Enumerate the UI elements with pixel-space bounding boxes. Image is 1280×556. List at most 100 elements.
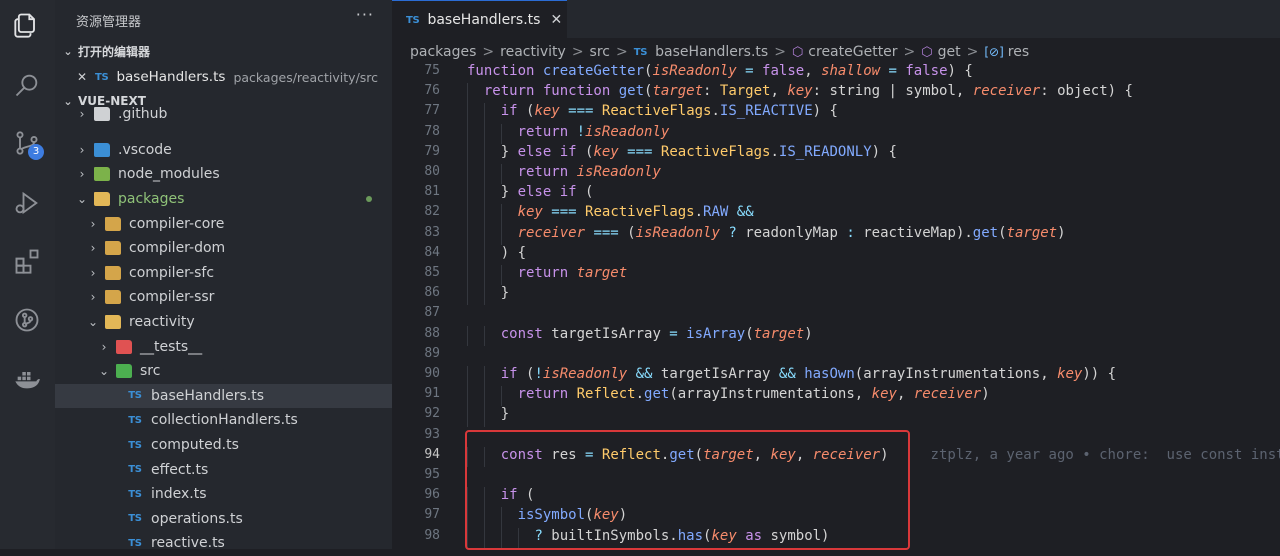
code-token: key	[871, 386, 897, 403]
line-number: 93	[424, 426, 440, 442]
tree-item-label: .vscode	[118, 141, 172, 158]
tree-item-label: compiler-core	[129, 215, 225, 232]
code-token: const	[500, 325, 552, 342]
breadcrumb-item[interactable]: reactivity	[500, 44, 566, 60]
breadcrumb-separator: >	[571, 44, 584, 60]
breadcrumb-item[interactable]: createGetter	[808, 44, 897, 60]
tree-item[interactable]: TS collectionHandlers.ts	[55, 408, 392, 433]
code-token: RAW	[703, 204, 729, 221]
tree-item[interactable]: › __tests__	[55, 334, 392, 359]
tab-bar: TS baseHandlers.ts ✕	[392, 0, 1280, 39]
chevron-right-icon: ›	[101, 339, 107, 354]
code-token: key	[517, 204, 543, 221]
open-editor-item[interactable]: ✕ TS baseHandlers.ts packages/reactivity…	[55, 66, 392, 88]
breadcrumb-item[interactable]: packages	[410, 44, 476, 60]
explorer-title: 资源管理器	[76, 15, 142, 30]
breadcrumb-item[interactable]: baseHandlers.ts	[655, 44, 768, 60]
typescript-icon: TS	[95, 71, 109, 83]
method-icon: ⬡	[921, 44, 933, 60]
line-number: 78	[424, 123, 440, 139]
tree-item[interactable]: TS operations.ts	[55, 507, 392, 532]
code-token: &&	[770, 366, 805, 382]
code-token: target	[652, 83, 704, 100]
code-token: if	[500, 366, 527, 382]
code-token: isArray	[686, 325, 746, 342]
indent-guide	[467, 406, 468, 427]
run-debug-icon[interactable]	[10, 186, 44, 220]
source-control-icon[interactable]: 3	[10, 126, 44, 160]
tree-item[interactable]: › compiler-sfc	[55, 261, 392, 286]
indent-guide	[467, 204, 468, 225]
close-icon[interactable]: ✕	[550, 12, 562, 28]
breadcrumb-separator: >	[616, 44, 628, 60]
explorer-icon[interactable]	[10, 8, 44, 42]
tree-item[interactable]: TS baseHandlers.ts	[55, 383, 392, 409]
typescript-icon: TS	[128, 414, 142, 426]
indent-guide	[483, 406, 485, 427]
tree-item-label: index.ts	[151, 486, 207, 503]
tree-item[interactable]: › node_modules	[55, 162, 392, 187]
tree-item[interactable]: TS computed.ts	[55, 433, 392, 458]
code-line: ) {	[501, 245, 526, 261]
modified-dot	[366, 195, 372, 202]
code-token: .	[711, 103, 720, 120]
code-token: ===	[585, 224, 628, 241]
code-token: }	[500, 285, 510, 302]
line-number: 96	[424, 487, 440, 503]
tree-item[interactable]: TS reactive.ts	[55, 531, 392, 556]
indent-guide	[500, 265, 502, 286]
code-token: get	[644, 386, 670, 403]
tree-item[interactable]: › compiler-dom	[55, 236, 392, 261]
tree-item[interactable]: ⌄ reactivity	[55, 310, 392, 335]
indent-guide	[500, 386, 502, 407]
indent-guide	[467, 164, 468, 185]
code-token: IS_READONLY	[778, 143, 872, 160]
code-token: return	[517, 265, 577, 281]
docker-icon[interactable]	[10, 362, 44, 396]
indent-guide	[467, 224, 468, 245]
indent-guide	[483, 143, 485, 164]
code-token: return function	[483, 83, 619, 100]
breadcrumb-item[interactable]: get	[938, 44, 961, 60]
breadcrumb-item[interactable]: src	[590, 44, 610, 60]
code-line: receiver === (isReadonly ? readonlyMap :…	[518, 225, 1066, 241]
typescript-icon: TS	[406, 14, 420, 26]
tab-basehandlers[interactable]: TS baseHandlers.ts ✕	[392, 0, 567, 39]
code-token: )	[804, 325, 813, 342]
tree-item[interactable]: ⌄ packages	[55, 187, 392, 212]
open-editors-header[interactable]: ⌄ 打开的编辑器	[55, 40, 392, 62]
tree-item[interactable]: › .github	[55, 107, 392, 121]
code-token: ReactiveFlags	[601, 103, 712, 120]
tree-item[interactable]: TS effect.ts	[55, 457, 392, 482]
search-icon[interactable]	[10, 68, 44, 102]
line-number: 83	[424, 224, 440, 240]
vscode-folder-icon	[94, 142, 110, 157]
indent-guide	[467, 386, 468, 407]
scm-badge: 3	[28, 144, 44, 160]
tree-item[interactable]: › compiler-ssr	[55, 285, 392, 310]
tree-item[interactable]: ⌄ src	[55, 359, 392, 384]
indent-guide	[500, 123, 502, 144]
indent-guide	[467, 184, 468, 205]
code-token: Reflect	[576, 386, 636, 403]
code-token: .	[635, 386, 645, 403]
indent-guide	[467, 83, 468, 104]
extensions-icon[interactable]	[10, 244, 44, 278]
code-token: get	[972, 224, 999, 241]
code-token: ReactiveFlags	[585, 204, 695, 221]
breadcrumb-item[interactable]: res	[1008, 44, 1029, 60]
folder-open-icon	[105, 315, 121, 330]
method-icon: ⬡	[791, 44, 804, 60]
more-actions-button[interactable]: ···	[356, 5, 374, 24]
code-token: reactiveMap	[863, 224, 956, 241]
code-token: hasOwn	[804, 366, 855, 382]
tree-item[interactable]: TS index.ts	[55, 482, 392, 507]
code-token: isReadonly	[542, 366, 628, 382]
tree-item[interactable]: › .vscode	[55, 138, 392, 163]
chevron-right-icon: ›	[90, 216, 96, 231]
git-graph-icon[interactable]	[10, 303, 44, 337]
close-icon[interactable]: ✕	[77, 70, 91, 84]
tree-item[interactable]: › compiler-core	[55, 211, 392, 236]
tree-item-label: baseHandlers.ts	[151, 387, 265, 404]
code-token: readonlyMap	[745, 224, 838, 241]
